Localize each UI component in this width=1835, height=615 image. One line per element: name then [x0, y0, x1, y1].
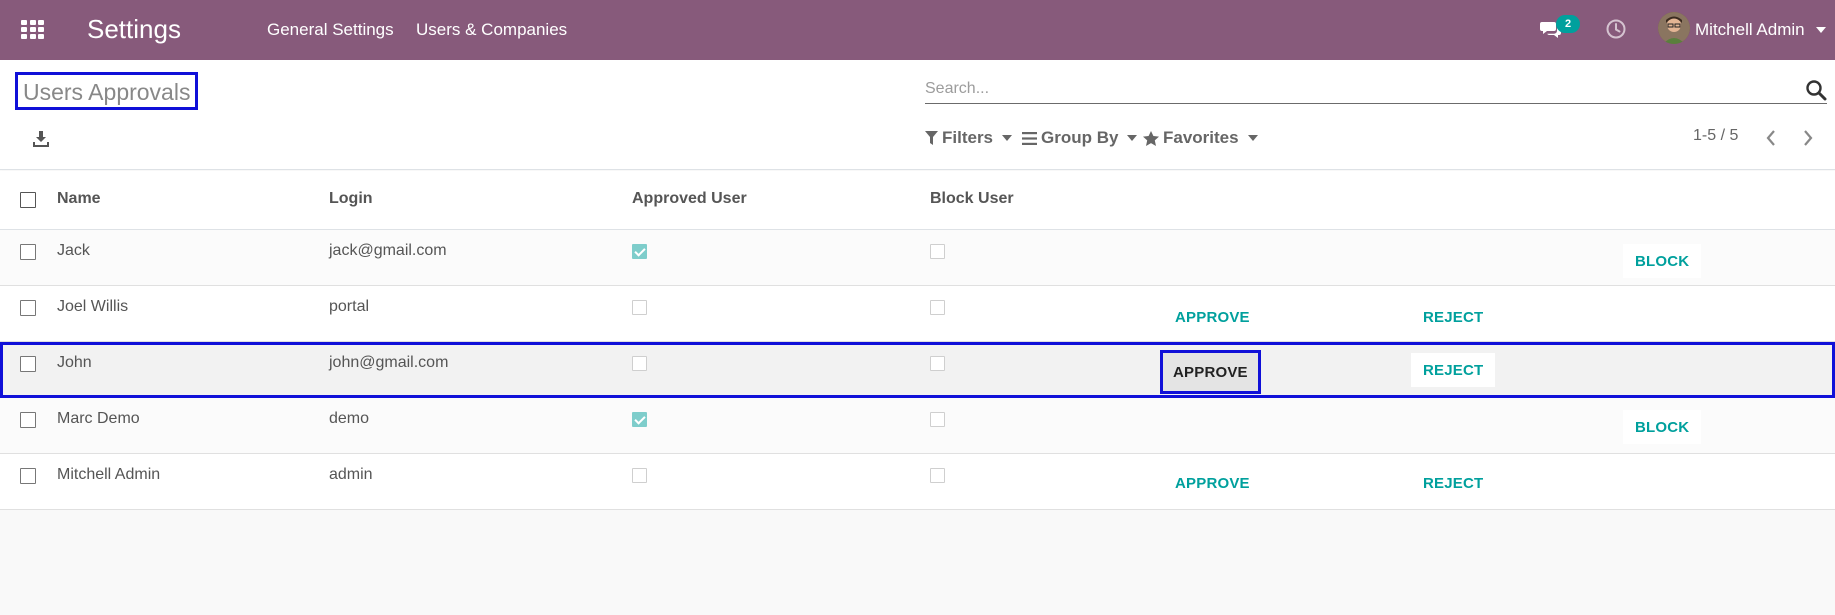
- search-icon[interactable]: [1805, 79, 1827, 101]
- block-user-checkbox: [930, 356, 945, 371]
- user-name[interactable]: Mitchell Admin: [1695, 20, 1805, 40]
- reject-button[interactable]: REJECT: [1411, 466, 1496, 500]
- filters-label: Filters: [942, 128, 994, 147]
- user-avatar[interactable]: [1658, 12, 1690, 44]
- chevron-right-icon[interactable]: [1801, 129, 1815, 147]
- row-name: Jack: [57, 242, 90, 259]
- column-block-user[interactable]: Block User: [930, 190, 1014, 208]
- block-user-checkbox: [930, 300, 945, 315]
- approve-button[interactable]: APPROVE: [1160, 350, 1261, 394]
- block-user-checkbox: [930, 244, 945, 259]
- download-icon[interactable]: [32, 130, 50, 148]
- row-login: admin: [329, 466, 373, 483]
- approve-button[interactable]: APPROVE: [1163, 300, 1262, 334]
- row-name: Marc Demo: [57, 410, 140, 427]
- filter-icon: [925, 131, 938, 145]
- chevron-down-icon: [1247, 135, 1258, 141]
- clock-icon[interactable]: [1605, 18, 1627, 40]
- row-select-checkbox[interactable]: [20, 300, 36, 316]
- group-by-label: Group By: [1041, 128, 1119, 147]
- table-row[interactable]: Joel Willis portal APPROVE REJECT: [0, 286, 1835, 342]
- column-approved-user[interactable]: Approved User: [632, 190, 747, 208]
- approved-user-checkbox: [632, 356, 647, 371]
- chevron-down-icon[interactable]: [1816, 27, 1826, 33]
- block-user-checkbox: [930, 412, 945, 427]
- filters-dropdown[interactable]: Filters: [925, 126, 1013, 150]
- row-login: demo: [329, 410, 370, 427]
- reject-button[interactable]: REJECT: [1411, 353, 1496, 387]
- chevron-left-icon[interactable]: [1764, 129, 1778, 147]
- favorites-dropdown[interactable]: Favorites: [1143, 126, 1258, 150]
- block-user-checkbox: [930, 468, 945, 483]
- select-all-checkbox[interactable]: [20, 192, 36, 208]
- page-title: Users Approvals: [15, 72, 199, 110]
- approved-user-checkbox: [632, 412, 647, 427]
- row-login: john@gmail.com: [329, 354, 449, 371]
- approved-user-checkbox: [632, 300, 647, 315]
- approve-button[interactable]: APPROVE: [1163, 466, 1262, 500]
- row-login: jack@gmail.com: [329, 242, 447, 259]
- pager-value[interactable]: 1-5 / 5: [1693, 127, 1738, 145]
- group-by-icon: [1022, 131, 1037, 145]
- row-name: Joel Willis: [57, 298, 129, 315]
- reject-button[interactable]: REJECT: [1411, 300, 1496, 334]
- table-row[interactable]: Jack jack@gmail.com BLOCK: [0, 230, 1835, 286]
- row-select-checkbox[interactable]: [20, 468, 36, 484]
- table-row[interactable]: Mitchell Admin admin APPROVE REJECT: [0, 454, 1835, 510]
- approved-user-checkbox: [632, 244, 647, 259]
- top-navbar: Settings General Settings Users & Compan…: [0, 0, 1835, 60]
- list-header: Name Login Approved User Block User: [0, 171, 1835, 230]
- row-select-checkbox[interactable]: [20, 244, 36, 260]
- apps-icon[interactable]: [21, 20, 44, 39]
- chevron-down-icon: [1002, 135, 1013, 141]
- table-row[interactable]: Marc Demo demo BLOCK: [0, 398, 1835, 454]
- column-login[interactable]: Login: [329, 190, 373, 208]
- control-panel: Users Approvals Filters Group By Favorit…: [0, 60, 1835, 170]
- row-name: Mitchell Admin: [57, 466, 161, 483]
- chevron-down-icon: [1127, 135, 1138, 141]
- block-button[interactable]: BLOCK: [1623, 244, 1702, 278]
- menu-general-settings[interactable]: General Settings: [267, 20, 394, 40]
- search-input[interactable]: [925, 74, 1827, 104]
- block-button[interactable]: BLOCK: [1623, 410, 1702, 444]
- users-approval-list: Name Login Approved User Block User Jack…: [0, 171, 1835, 510]
- group-by-dropdown[interactable]: Group By: [1022, 126, 1138, 150]
- app-title: Settings: [87, 14, 181, 44]
- menu-users-companies[interactable]: Users & Companies: [416, 20, 567, 40]
- row-login: portal: [329, 298, 370, 315]
- row-name: John: [57, 354, 92, 371]
- favorites-label: Favorites: [1163, 128, 1239, 147]
- row-select-checkbox[interactable]: [20, 356, 36, 372]
- approved-user-checkbox: [632, 468, 647, 483]
- column-name[interactable]: Name: [57, 190, 101, 208]
- row-select-checkbox[interactable]: [20, 412, 36, 428]
- table-row[interactable]: John john@gmail.com APPROVE REJECT: [0, 342, 1835, 398]
- messages-count-badge: 2: [1556, 15, 1580, 33]
- star-icon: [1143, 130, 1159, 146]
